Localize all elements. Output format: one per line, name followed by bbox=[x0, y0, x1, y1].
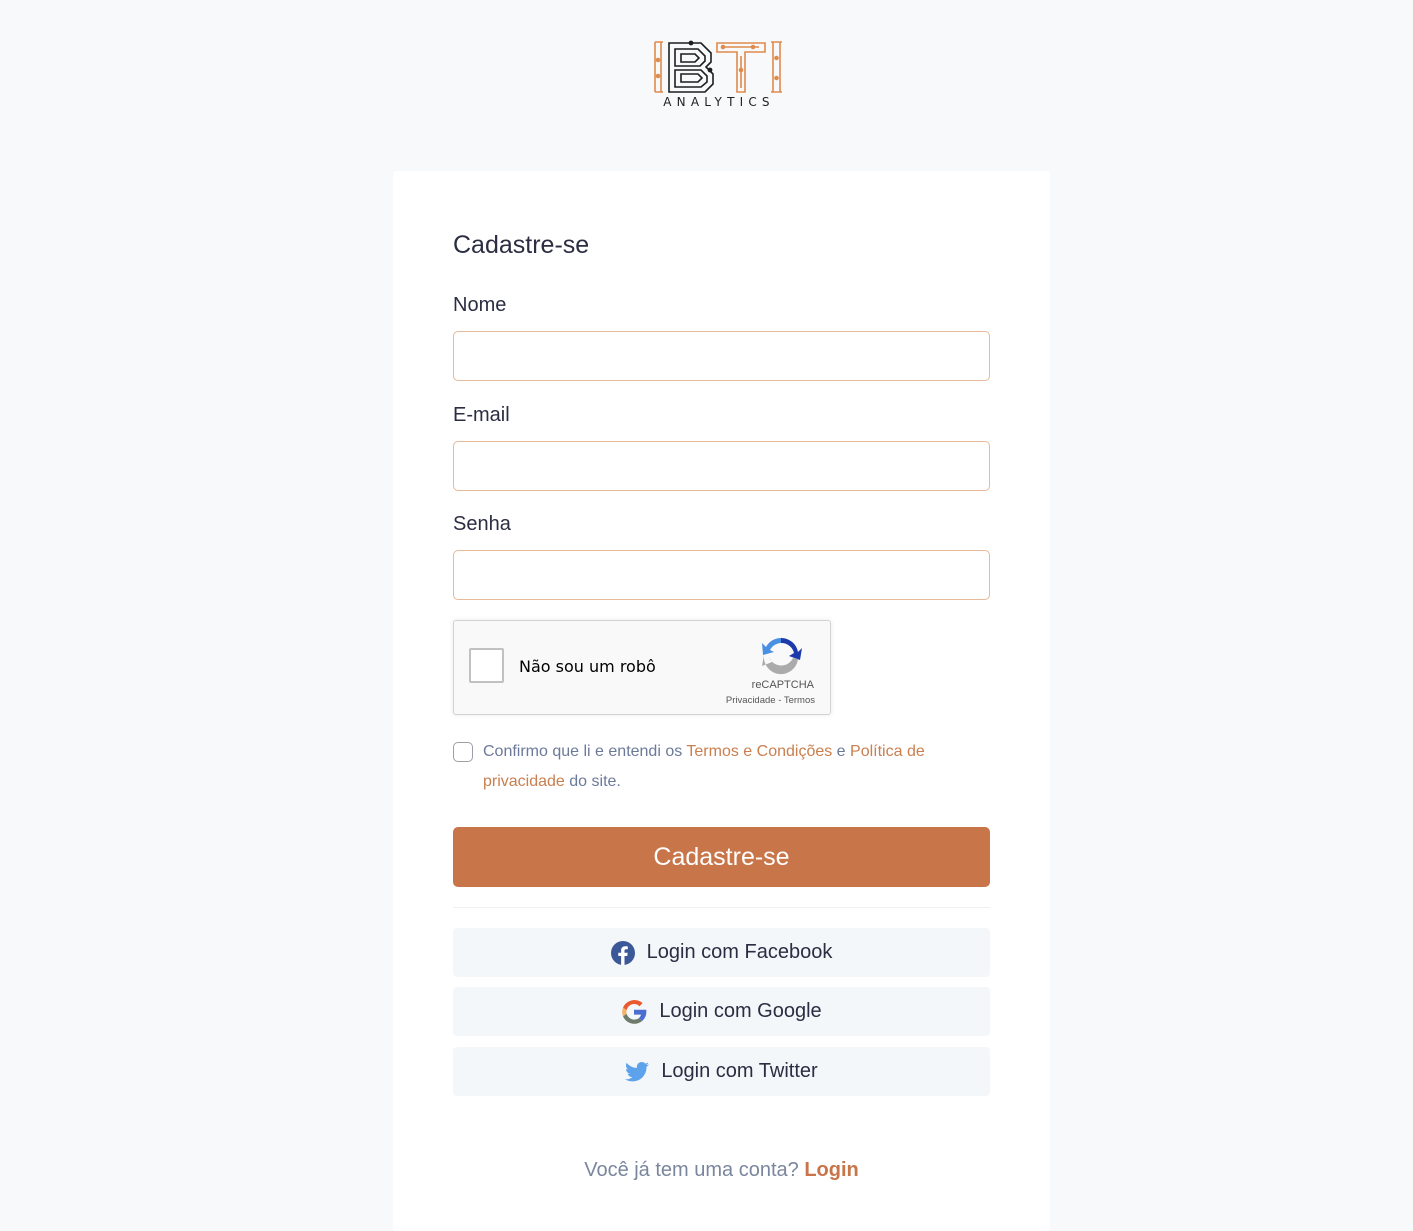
twitter-login-label: Login com Twitter bbox=[661, 1060, 818, 1082]
divider bbox=[453, 907, 990, 908]
terms-text-part: do site. bbox=[564, 773, 621, 790]
name-input[interactable] bbox=[453, 331, 990, 381]
terms-checkbox[interactable] bbox=[453, 742, 473, 762]
signup-card: Cadastre-se Nome E-mail Senha Não sou um… bbox=[393, 171, 1050, 1231]
logo-mark-icon bbox=[654, 40, 782, 93]
google-icon bbox=[622, 999, 647, 1024]
email-input[interactable] bbox=[453, 441, 990, 491]
login-prompt-text: Você já tem uma conta? bbox=[584, 1159, 805, 1181]
recaptcha-separator: - bbox=[778, 695, 782, 706]
logo-subtitle: ANALYTICS bbox=[663, 95, 775, 109]
google-login-label: Login com Google bbox=[659, 1000, 822, 1022]
name-label: Nome bbox=[453, 294, 507, 316]
password-input[interactable] bbox=[453, 550, 990, 600]
login-prompt: Você já tem uma conta? Login bbox=[393, 1159, 1050, 1182]
recaptcha-checkbox[interactable] bbox=[469, 648, 504, 683]
recaptcha-logo-icon bbox=[762, 637, 802, 675]
recaptcha-label: Não sou um robô bbox=[519, 657, 656, 676]
login-link[interactable]: Login bbox=[804, 1159, 858, 1181]
terms-conditions-link[interactable]: Termos e Condições bbox=[686, 743, 832, 760]
email-label: E-mail bbox=[453, 404, 510, 426]
password-label: Senha bbox=[453, 513, 511, 535]
twitter-icon bbox=[625, 1061, 650, 1081]
page-title: Cadastre-se bbox=[453, 231, 590, 259]
facebook-icon bbox=[610, 940, 635, 965]
signup-button[interactable]: Cadastre-se bbox=[453, 827, 990, 887]
facebook-login-button[interactable]: Login com Facebook bbox=[453, 928, 990, 977]
facebook-login-label: Login com Facebook bbox=[646, 941, 833, 963]
terms-text-part: Confirmo que li e entendi os bbox=[483, 743, 687, 760]
google-login-button[interactable]: Login com Google bbox=[453, 987, 990, 1036]
recaptcha-widget: Não sou um robô reCAPTCHA Privacidade - … bbox=[453, 620, 831, 715]
terms-text: Confirmo que li e entendi os Termos e Co… bbox=[483, 737, 953, 797]
twitter-login-button[interactable]: Login com Twitter bbox=[453, 1047, 990, 1096]
recaptcha-privacy-link[interactable]: Privacidade bbox=[726, 695, 776, 706]
recaptcha-links: Privacidade - Termos bbox=[726, 695, 815, 706]
bti-analytics-logo: ANALYTICS bbox=[653, 40, 785, 110]
terms-text-part: e bbox=[832, 743, 851, 760]
recaptcha-terms-link[interactable]: Termos bbox=[784, 695, 815, 706]
recaptcha-brand: reCAPTCHA bbox=[751, 679, 814, 691]
